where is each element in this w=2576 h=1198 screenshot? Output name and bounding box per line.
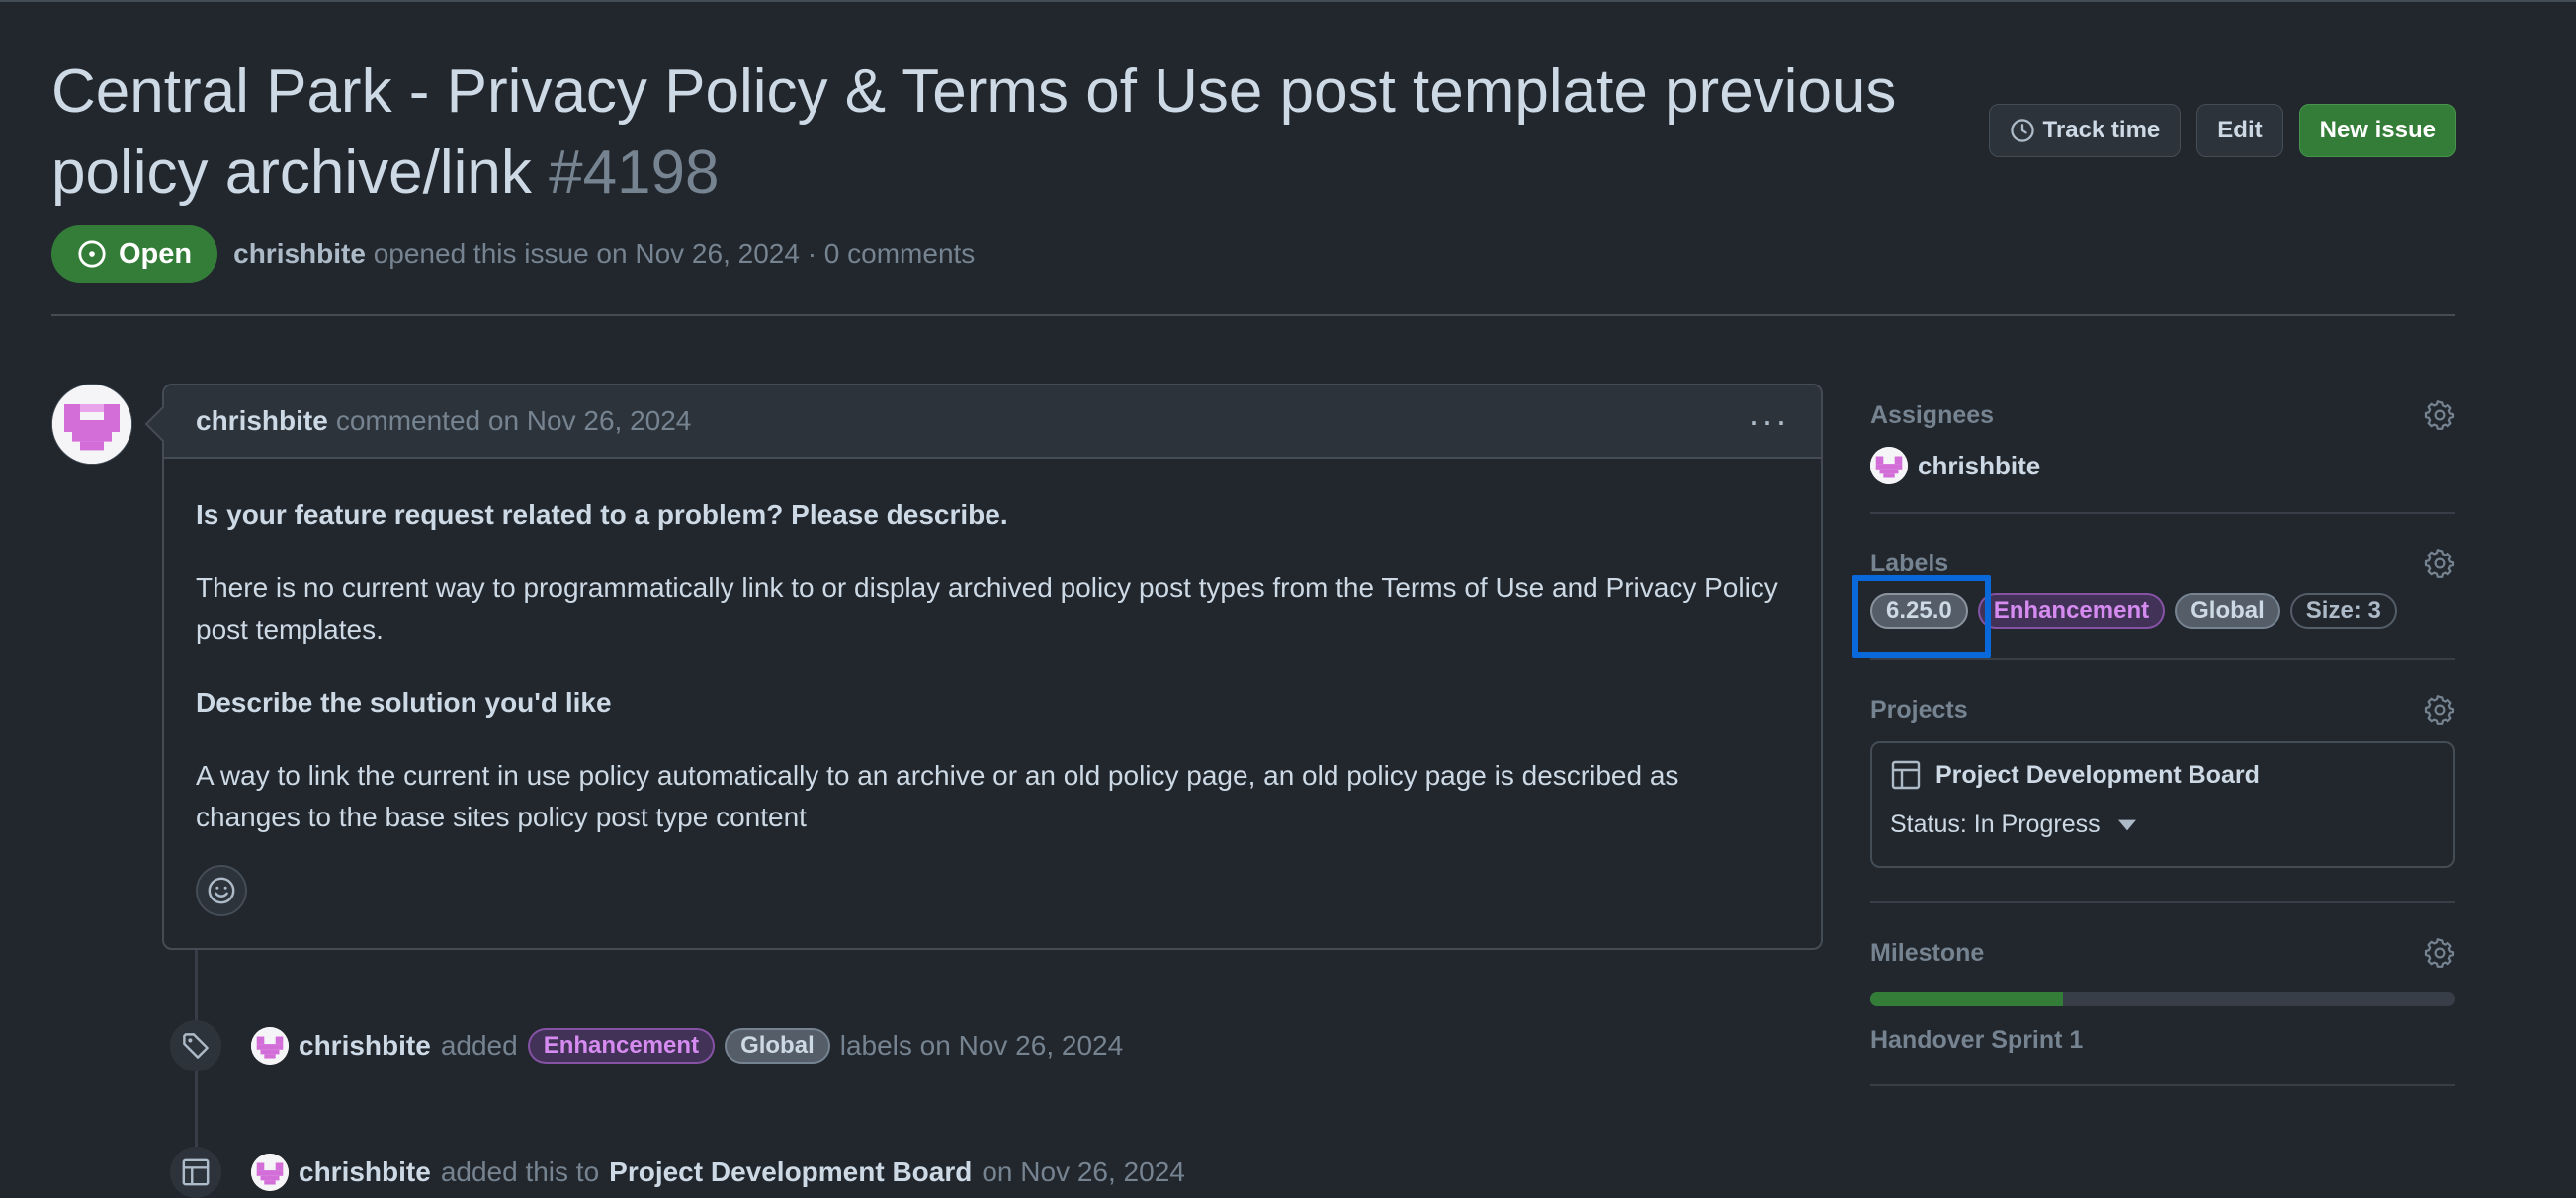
issue-open-icon — [78, 240, 106, 268]
project-status: Status: In Progress — [1890, 811, 2101, 838]
timeline-icon — [170, 1020, 221, 1071]
focus-highlight — [1852, 575, 1991, 658]
timeline-verb: added — [440, 1030, 518, 1061]
avatar[interactable] — [251, 1154, 289, 1191]
assignees-heading-row: Assignees — [1870, 395, 2455, 435]
new-issue-button[interactable]: New issue — [2298, 104, 2456, 157]
project-name: Project Development Board — [1935, 760, 2260, 789]
track-time-button[interactable]: Track time — [1988, 104, 2182, 157]
page-title: Central Park - Privacy Policy & Terms of… — [51, 51, 1910, 214]
label-global[interactable]: Global — [725, 1028, 830, 1064]
label-enhancement[interactable]: Enhancement — [527, 1028, 716, 1064]
issue-author-link[interactable]: chrishbite — [233, 238, 366, 269]
assignee-name: chrishbite — [1918, 450, 2041, 480]
edit-button[interactable]: Edit — [2196, 104, 2283, 157]
comment-paragraph-1: There is no current way to programmatica… — [196, 572, 1778, 644]
issue-opened-text: opened this issue on Nov 26, 2024 · 0 co… — [373, 238, 976, 269]
milestone-progress-fill — [1870, 992, 2064, 1006]
milestone-heading: Milestone — [1870, 938, 1985, 967]
assignee-item[interactable]: chrishbite — [1870, 447, 2455, 484]
sidebar-divider — [1870, 1084, 2455, 1086]
tag-icon — [183, 1033, 209, 1059]
status-label: Open — [119, 237, 193, 270]
clock-icon — [2010, 119, 2034, 142]
status-badge: Open — [51, 225, 218, 283]
labels-heading: Labels — [1870, 549, 1949, 577]
avatar[interactable] — [251, 1027, 289, 1065]
caret-down-icon — [2117, 819, 2136, 830]
header-divider — [51, 314, 2455, 316]
label-enhancement[interactable]: Enhancement — [1977, 593, 2166, 629]
identicon-icon — [52, 385, 131, 464]
issue-number: #4198 — [549, 138, 720, 207]
label-size[interactable]: Size: 3 — [2289, 593, 2397, 629]
assignees-heading: Assignees — [1870, 400, 1995, 429]
sidebar-divider — [1870, 901, 2455, 903]
comment-box: chrishbite commented on Nov 26, 2024 ···… — [144, 384, 1823, 950]
timeline-suffix: labels on Nov 26, 2024 — [839, 1030, 1124, 1061]
project-card: Project Development Board Status: In Pro… — [1870, 741, 2455, 868]
timeline-actor[interactable]: chrishbite — [299, 1156, 431, 1188]
avatar — [1870, 447, 1908, 484]
comment-heading-2: Describe the solution you'd like — [196, 687, 612, 718]
gear-icon[interactable] — [2424, 548, 2455, 579]
timeline-suffix: on Nov 26, 2024 — [982, 1156, 1185, 1187]
identicon-icon — [251, 1154, 289, 1191]
track-time-label: Track time — [2042, 117, 2161, 143]
top-border — [0, 0, 2576, 2]
milestone-heading-row: Milestone — [1870, 933, 2455, 973]
projects-heading: Projects — [1870, 695, 1968, 724]
label-global[interactable]: Global — [2175, 593, 2280, 629]
edit-label: Edit — [2217, 117, 2263, 143]
labels-list: 6.25.0 Enhancement Global Size: 3 — [1852, 575, 2455, 658]
project-link[interactable]: Project Development Board — [1890, 759, 2436, 791]
comment-heading-1: Is your feature request related to a pro… — [196, 499, 1008, 530]
timeline-actor[interactable]: chrishbite — [299, 1030, 431, 1062]
timeline-project-link[interactable]: Project Development Board — [609, 1156, 972, 1188]
milestone-name[interactable]: Handover Sprint 1 — [1870, 1026, 2455, 1055]
identicon-icon — [1870, 447, 1908, 484]
gear-icon[interactable] — [2424, 937, 2455, 969]
header-actions: Track time Edit New issue — [1988, 104, 2456, 157]
comment-header: chrishbite commented on Nov 26, 2024 ··· — [164, 385, 1821, 459]
timeline-icon — [170, 1147, 221, 1198]
avatar[interactable] — [51, 384, 132, 465]
timeline-item-labels: chrishbite added Enhancement Global labe… — [170, 1020, 1123, 1071]
sidebar: Assignees chrishbite Labels 6.25.0 Enhan… — [1852, 395, 2455, 1086]
add-reaction-button[interactable] — [196, 865, 247, 916]
new-issue-label: New issue — [2319, 117, 2436, 143]
issue-meta: Open chrishbite opened this issue on Nov… — [51, 225, 975, 283]
projects-heading-row: Projects — [1870, 690, 2455, 729]
table-icon — [182, 1158, 210, 1186]
sidebar-divider — [1870, 658, 2455, 660]
timeline-verb: added this to — [440, 1156, 600, 1187]
more-options-icon[interactable]: ··· — [1748, 400, 1789, 442]
table-icon — [1891, 760, 1921, 790]
identicon-icon — [251, 1027, 289, 1065]
sidebar-divider — [1870, 512, 2455, 514]
issue-title: Central Park - Privacy Policy & Terms of… — [51, 57, 1897, 207]
comment-paragraph-2: A way to link the current in use policy … — [196, 760, 1679, 832]
project-status-dropdown[interactable]: Status: In Progress — [1890, 811, 2436, 839]
gear-icon[interactable] — [2424, 399, 2455, 431]
gear-icon[interactable] — [2424, 694, 2455, 726]
timeline-item-project: chrishbite added this to Project Develop… — [170, 1147, 1185, 1198]
smiley-icon — [208, 877, 235, 904]
comment-meta[interactable]: commented on Nov 26, 2024 — [336, 405, 692, 437]
milestone-progress-bar — [1870, 992, 2455, 1006]
comment-author[interactable]: chrishbite — [196, 405, 328, 437]
comment-body: Is your feature request related to a pro… — [164, 459, 1821, 838]
